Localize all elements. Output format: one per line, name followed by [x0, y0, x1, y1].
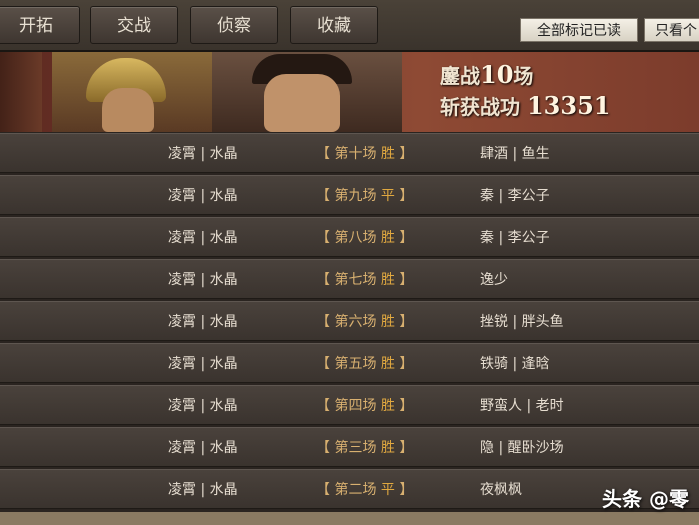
result-label: 胜	[380, 356, 395, 372]
own-team: 凌霄 | 水晶	[168, 272, 238, 288]
opponent-team: 夜枫枫	[480, 482, 522, 498]
round-label: 【 第二场 平 】	[316, 482, 414, 498]
result-label: 胜	[380, 398, 395, 414]
battles-count: 鏖战10场	[440, 60, 534, 89]
own-team: 凌霄 | 水晶	[168, 482, 238, 498]
own-team: 凌霄 | 水晶	[168, 188, 238, 204]
battle-row[interactable]: 凌霄 | 水晶 【 第八场 胜 】 秦 | 李公子	[0, 217, 699, 257]
battle-row[interactable]: 凌霄 | 水晶 【 第四场 胜 】 野蛮人 | 老时	[0, 385, 699, 425]
own-team: 凌霄 | 水晶	[168, 230, 238, 246]
tab-explore[interactable]: 开拓	[0, 6, 80, 44]
tab-scout[interactable]: 侦察	[190, 6, 278, 44]
general-portrait-right	[212, 52, 402, 132]
merit-total: 斩获战功 13351	[440, 91, 611, 120]
round-label: 【 第四场 胜 】	[316, 398, 414, 414]
tab-favorites[interactable]: 收藏	[290, 6, 378, 44]
opponent-team: 肆酒 | 鱼生	[480, 146, 550, 162]
round-label: 【 第七场 胜 】	[316, 272, 414, 288]
own-team: 凌霄 | 水晶	[168, 314, 238, 330]
opponent-team: 秦 | 李公子	[480, 230, 550, 246]
result-label: 胜	[380, 314, 395, 330]
tab-battle[interactable]: 交战	[90, 6, 178, 44]
opponent-team: 铁骑 | 逢晗	[480, 356, 550, 372]
own-team: 凌霄 | 水晶	[168, 146, 238, 162]
battle-row[interactable]: 凌霄 | 水晶 【 第二场 平 】 夜枫枫	[0, 469, 699, 509]
round-label: 【 第八场 胜 】	[316, 230, 414, 246]
battle-row[interactable]: 凌霄 | 水晶 【 第三场 胜 】 隐 | 醒卧沙场	[0, 427, 699, 467]
battle-row[interactable]: 凌霄 | 水晶 【 第十场 胜 】 肆酒 | 鱼生	[0, 133, 699, 173]
watermark: 头条 @零	[602, 487, 689, 511]
opponent-team: 秦 | 李公子	[480, 188, 550, 204]
view-only-button[interactable]: 只看个	[644, 18, 699, 42]
round-label: 【 第三场 胜 】	[316, 440, 414, 456]
battle-record-list: 凌霄 | 水晶【 第十场 胜 】肆酒 | 鱼生 凌霄 | 水晶【 第九场 平 】秦…	[0, 133, 699, 511]
round-label: 【 第五场 胜 】	[316, 356, 414, 372]
result-label: 平	[380, 482, 395, 498]
battle-row[interactable]: 凌霄 | 水晶 【 第七场 胜 】 逸少	[0, 259, 699, 299]
own-team: 凌霄 | 水晶	[168, 398, 238, 414]
opponent-team: 隐 | 醒卧沙场	[480, 440, 564, 456]
battle-row[interactable]: 凌霄 | 水晶 【 第六场 胜 】 挫锐 | 胖头鱼	[0, 301, 699, 341]
own-team: 凌霄 | 水晶	[168, 440, 238, 456]
round-label: 【 第十场 胜 】	[316, 146, 414, 162]
round-label: 【 第六场 胜 】	[316, 314, 414, 330]
battle-row[interactable]: 凌霄 | 水晶 【 第九场 平 】 秦 | 李公子	[0, 175, 699, 215]
mark-all-read-button[interactable]: 全部标记已读	[520, 18, 638, 42]
bottom-strip	[0, 512, 699, 525]
result-label: 胜	[380, 146, 395, 162]
general-portrait-left	[0, 52, 42, 132]
result-label: 胜	[380, 440, 395, 456]
own-team: 凌霄 | 水晶	[168, 356, 238, 372]
battle-summary-banner: 鏖战10场 斩获战功 13351	[0, 52, 699, 132]
face-icon	[264, 74, 340, 132]
face-icon	[102, 88, 154, 132]
opponent-team: 逸少	[480, 272, 508, 288]
general-portrait-helmet	[52, 52, 212, 132]
result-label: 胜	[380, 230, 395, 246]
battle-stats: 鏖战10场 斩获战功 13351	[440, 60, 610, 122]
opponent-team: 野蛮人 | 老时	[480, 398, 564, 414]
opponent-team: 挫锐 | 胖头鱼	[480, 314, 564, 330]
round-label: 【 第九场 平 】	[316, 188, 414, 204]
top-tab-bar: 开拓 交战 侦察 收藏 全部标记已读 只看个	[0, 0, 699, 52]
battle-row[interactable]: 凌霄 | 水晶 【 第五场 胜 】 铁骑 | 逢晗	[0, 343, 699, 383]
result-label: 胜	[380, 272, 395, 288]
result-label: 平	[380, 188, 395, 204]
